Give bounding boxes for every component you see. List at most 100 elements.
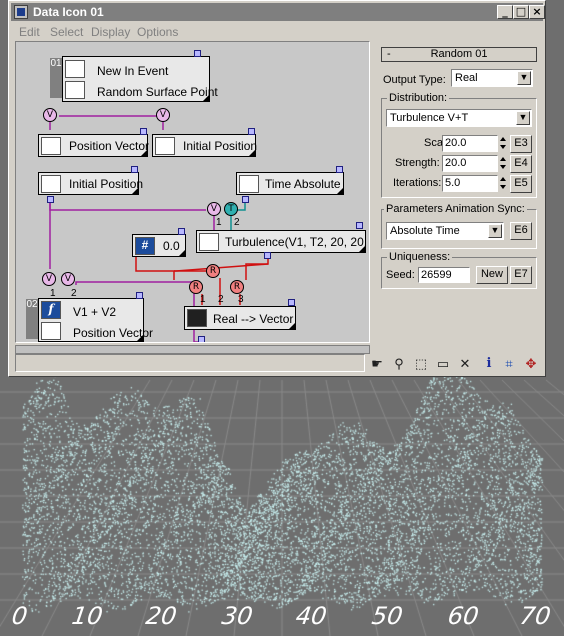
minimize-button[interactable]: _ [497,5,513,19]
time-absolute-node[interactable]: Time Absolute [236,172,344,195]
menu-edit[interactable]: Edit [19,25,40,39]
time-connector-icon[interactable]: T [224,202,238,216]
time-absolute-label: Time Absolute [265,177,341,191]
iterations-spinner-arrows-icon[interactable] [498,175,509,192]
seed-expose-button[interactable]: E7 [510,266,532,284]
distribution-value: Turbulence V+T [390,112,469,124]
input-port[interactable] [356,222,363,229]
menu-select[interactable]: Select [50,25,83,39]
close-button[interactable]: × [529,5,545,19]
real-connector-icon[interactable]: R [189,280,203,294]
dice-icon [199,233,219,251]
surface-point-icon [65,81,85,99]
distribution-group: Distribution: Turbulence V+T ▼ Scale: 20… [381,92,537,198]
vector-connector-icon[interactable]: V [207,202,221,216]
vector-connector-icon[interactable]: V [43,108,57,122]
horizontal-scrollbar[interactable] [15,345,370,354]
strength-spinner-arrows-icon[interactable] [498,155,509,172]
initial-position-node[interactable]: Initial Position [38,172,143,195]
axis-label-40: 40 [294,602,329,630]
vector-connector-icon[interactable]: V [156,108,170,122]
strength-expose-button[interactable]: E4 [510,155,532,173]
zoom-extents-icon[interactable]: ▭ [435,356,451,372]
event-node-01[interactable]: New In Event Random Surface Point [62,56,218,102]
sync-value: Absolute Time [390,225,460,237]
output-port[interactable] [264,252,271,259]
output-type-value: Real [455,72,478,84]
constant-node[interactable]: # 0.0 [132,234,186,257]
zoom-icon[interactable]: ⚲ [391,356,407,372]
input-port[interactable] [140,128,147,135]
node-corner [359,246,365,252]
vector-connector-icon[interactable]: V [61,272,75,286]
output-arrow-icon [41,322,61,340]
output-type-dropdown[interactable]: Real ▼ [451,69,533,87]
strength-spinner[interactable]: 20.0 [442,155,498,172]
uniqueness-title: Uniqueness: [387,251,453,263]
maximize-button[interactable]: □ [513,5,529,19]
position-vector-node[interactable]: Position Vector [38,134,149,157]
turbulence-label: Turbulence(V1, T2, 20, 20, 5) [225,235,370,249]
initial-position-node-top[interactable]: Initial Position [152,134,258,157]
axis-label-50: 50 [370,602,405,630]
scale-spinner-arrows-icon[interactable] [498,135,509,152]
real-connector-icon[interactable]: R [206,264,220,278]
vector-connector-icon[interactable]: V [42,272,56,286]
output-port[interactable] [194,50,201,57]
turbulence-node[interactable]: Turbulence(V1, T2, 20, 20, 5) [196,230,369,253]
axis-label-30: 30 [220,602,255,630]
output-port[interactable] [198,336,205,342]
output-port[interactable] [47,196,54,203]
port-label-2: 2 [234,217,240,228]
input-port[interactable] [248,128,255,135]
seed-field[interactable]: 26599 [418,267,470,283]
input-port[interactable] [336,166,343,173]
input-port[interactable] [288,299,295,306]
sync-expose-button[interactable]: E6 [510,222,532,240]
input-port[interactable] [136,292,143,299]
output-type-label: Output Type: [383,74,446,86]
hand-icon[interactable]: ☛ [369,356,385,372]
sync-group: Parameters Animation Sync: Absolute Time… [381,203,537,249]
menu-display[interactable]: Display [91,25,130,39]
zoom-region-icon[interactable]: ⬚ [413,356,429,372]
menu-options[interactable]: Options [137,25,178,39]
menu-bar: Edit Select Display Options [11,23,543,41]
event-label: New In Event [97,64,169,78]
rollout-toggle: - [387,48,391,60]
initial-position-label: Initial Position [183,139,258,153]
chevron-down-icon: ▼ [488,224,502,238]
pan-icon[interactable]: ✥ [523,356,539,372]
rollout-header[interactable]: - Random 01 [381,47,537,62]
node-graph-canvas[interactable]: 01 New In Event Random Surface Point V V… [15,41,370,343]
delete-icon[interactable]: ✕ [457,356,473,372]
output-port[interactable] [242,196,249,203]
iterations-value: 5.0 [445,177,461,189]
title-bar[interactable]: Data Icon 01 _ □ × [11,3,545,21]
info-icon[interactable]: i [481,356,497,372]
parameters-panel: - Random 01 Output Type: Real ▼ Distribu… [375,43,543,293]
block-01-number: 01 [50,58,62,98]
uniqueness-group: Uniqueness: Seed: 26599 New E7 [381,251,537,289]
real-to-vector-node[interactable]: Real --> Vector [184,306,296,330]
input-arrow-icon [239,175,259,193]
input-port[interactable] [178,228,185,235]
axis-label-20: 20 [144,602,179,630]
new-seed-button[interactable]: New [476,266,508,284]
distribution-dropdown[interactable]: Turbulence V+T ▼ [386,109,532,127]
seed-label: Seed: [386,269,415,281]
port-label-1: 1 [200,294,206,305]
sync-title: Parameters Animation Sync: [384,203,527,215]
sum-node[interactable]: f V1 + V2 Position Vector [38,298,153,342]
function-icon: f [41,301,61,319]
event-icon [65,60,85,78]
scale-expose-button[interactable]: E3 [510,135,532,153]
debug-icon[interactable]: ⌗ [501,356,517,372]
iterations-expose-button[interactable]: E5 [510,175,532,193]
sync-dropdown[interactable]: Absolute Time ▼ [386,222,504,240]
scale-spinner[interactable]: 20.0 [442,135,498,152]
input-port[interactable] [131,166,138,173]
node-corner [289,323,295,329]
iterations-spinner[interactable]: 5.0 [442,175,498,192]
real-connector-icon[interactable]: R [230,280,244,294]
